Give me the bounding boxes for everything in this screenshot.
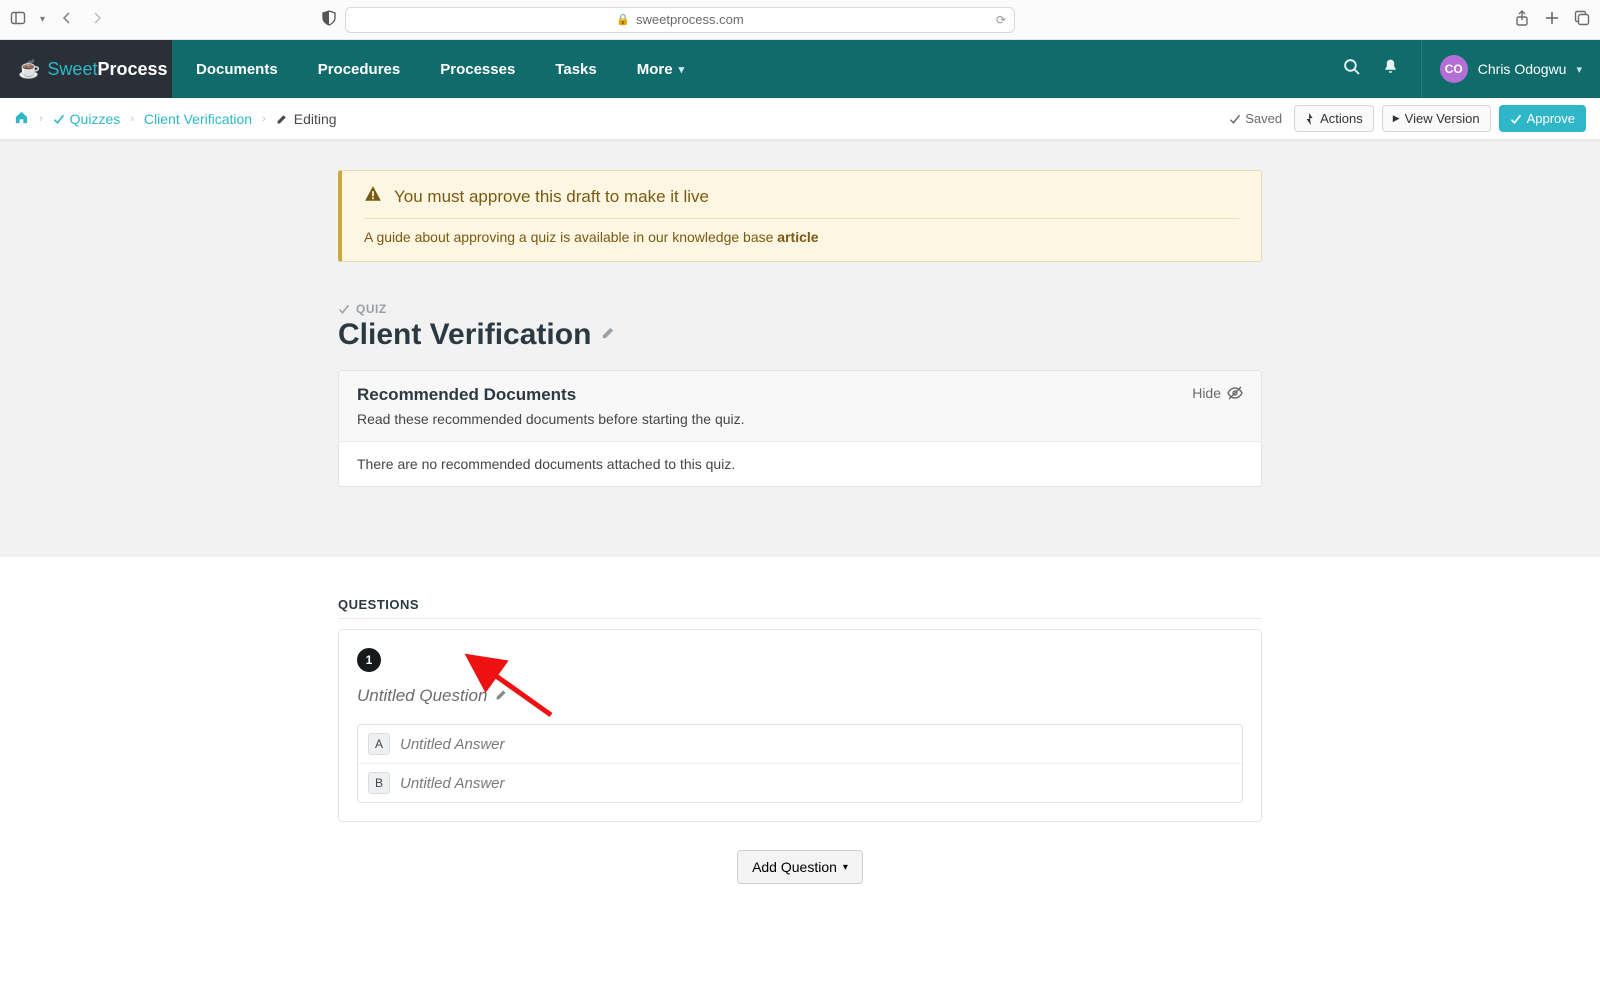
address-bar[interactable]: 🔒 sweetprocess.com ⟳ xyxy=(345,7,1015,33)
user-name: Chris Odogwu xyxy=(1478,61,1567,77)
questions-section: QUESTIONS 1 Untitled Question A Untitled… xyxy=(0,557,1600,944)
nav-documents[interactable]: Documents xyxy=(196,61,278,78)
search-icon[interactable] xyxy=(1343,58,1360,80)
approve-label: Approve xyxy=(1527,111,1575,126)
caret-down-icon: ▾ xyxy=(843,862,848,873)
answer-letter: A xyxy=(368,733,390,755)
brand-mark-icon: ☕ xyxy=(18,59,40,80)
breadcrumb-current-label: Editing xyxy=(294,111,337,127)
breadcrumb-current: Editing xyxy=(276,111,337,127)
page-title: Client Verification xyxy=(338,318,1262,352)
brand-bold: Process xyxy=(97,59,167,79)
view-version-label: View Version xyxy=(1405,111,1480,126)
hide-label: Hide xyxy=(1192,385,1221,401)
question-number: 1 xyxy=(366,653,373,667)
user-menu[interactable]: CO Chris Odogwu ▾ xyxy=(1421,40,1582,98)
tabs-icon[interactable] xyxy=(1574,10,1590,29)
eye-off-icon xyxy=(1227,385,1243,401)
edit-question-icon[interactable] xyxy=(495,688,508,704)
recdocs-sub: Read these recommended documents before … xyxy=(357,411,745,427)
chevron-down-icon: ▾ xyxy=(1576,63,1582,76)
status-saved-label: Saved xyxy=(1245,111,1282,126)
browser-toolbar: ▾ 🔒 sweetprocess.com ⟳ xyxy=(0,0,1600,40)
top-nav: ☕ SweetProcess Documents Procedures Proc… xyxy=(0,40,1600,98)
nav-procedures[interactable]: Procedures xyxy=(318,61,401,78)
avatar-initials: CO xyxy=(1445,62,1463,76)
breadcrumb-sep: › xyxy=(39,113,43,125)
brand-logo[interactable]: ☕ SweetProcess xyxy=(0,40,172,98)
nav-processes[interactable]: Processes xyxy=(440,61,515,78)
home-icon[interactable] xyxy=(14,110,29,128)
nav-more[interactable]: More ▾ xyxy=(637,61,684,78)
alert-sub: A guide about approving a quiz is availa… xyxy=(364,229,1239,245)
chevron-down-icon[interactable]: ▾ xyxy=(40,14,45,25)
recdocs-heading: Recommended Documents xyxy=(357,385,745,405)
answers-list: A Untitled Answer B Untitled Answer xyxy=(357,724,1243,803)
question-card: 1 Untitled Question A Untitled Answer B … xyxy=(338,629,1262,822)
approve-alert: You must approve this draft to make it l… xyxy=(338,170,1262,262)
lock-icon: 🔒 xyxy=(616,13,630,26)
status-saved: Saved xyxy=(1229,111,1282,126)
privacy-shield-icon[interactable] xyxy=(321,10,337,29)
brand-thin: Sweet xyxy=(47,59,97,79)
nav-more-label: More xyxy=(637,61,673,78)
new-tab-icon[interactable] xyxy=(1544,10,1560,29)
forward-icon[interactable] xyxy=(89,10,105,29)
breadcrumb-item[interactable]: Client Verification xyxy=(144,111,252,127)
avatar: CO xyxy=(1440,55,1468,83)
answer-text: Untitled Answer xyxy=(400,736,505,753)
answer-letter: B xyxy=(368,772,390,794)
chevron-down-icon: ▾ xyxy=(679,63,685,76)
sidebar-toggle-icon[interactable] xyxy=(10,10,26,29)
add-question-button[interactable]: Add Question ▾ xyxy=(737,850,863,884)
breadcrumb: › Quizzes › Client Verification › Editin… xyxy=(14,110,337,128)
actions-label: Actions xyxy=(1320,111,1363,126)
nav-tasks[interactable]: Tasks xyxy=(555,61,596,78)
answer-row[interactable]: B Untitled Answer xyxy=(358,763,1242,802)
quiz-type-text: QUIZ xyxy=(356,302,387,316)
warning-icon xyxy=(364,185,382,208)
alert-title: You must approve this draft to make it l… xyxy=(394,187,709,207)
recdocs-empty: There are no recommended documents attac… xyxy=(339,442,1261,486)
reload-icon[interactable]: ⟳ xyxy=(996,13,1006,27)
breadcrumb-quizzes[interactable]: Quizzes xyxy=(53,111,121,127)
approve-button[interactable]: Approve xyxy=(1499,105,1586,132)
sub-bar: › Quizzes › Client Verification › Editin… xyxy=(0,98,1600,140)
breadcrumb-sep: › xyxy=(130,113,134,125)
editor-region: You must approve this draft to make it l… xyxy=(0,140,1600,557)
view-version-button[interactable]: ▶ View Version xyxy=(1382,105,1491,132)
answer-row[interactable]: A Untitled Answer xyxy=(358,725,1242,763)
share-icon[interactable] xyxy=(1514,10,1530,29)
recommended-docs-box: Recommended Documents Read these recomme… xyxy=(338,370,1262,487)
question-title-row: Untitled Question xyxy=(357,686,1243,706)
questions-heading: QUESTIONS xyxy=(338,597,1262,619)
question-title: Untitled Question xyxy=(357,686,487,706)
answer-text: Untitled Answer xyxy=(400,775,505,792)
breadcrumb-sep: › xyxy=(262,113,266,125)
url-host: sweetprocess.com xyxy=(636,12,744,27)
edit-title-icon[interactable] xyxy=(601,325,616,345)
back-icon[interactable] xyxy=(59,10,75,29)
hide-recdocs-button[interactable]: Hide xyxy=(1192,385,1243,401)
alert-sub-text: A guide about approving a quiz is availa… xyxy=(364,229,777,245)
caret-right-icon: ▶ xyxy=(1393,113,1400,124)
actions-button[interactable]: Actions xyxy=(1294,105,1374,132)
question-number-badge: 1 xyxy=(357,648,381,672)
quiz-title-text: Client Verification xyxy=(338,318,591,352)
alert-article-link[interactable]: article xyxy=(777,229,818,245)
quiz-type-label: QUIZ xyxy=(338,302,1262,316)
breadcrumb-quizzes-label: Quizzes xyxy=(70,111,121,127)
bell-icon[interactable] xyxy=(1382,58,1399,80)
add-question-label: Add Question xyxy=(752,859,837,875)
